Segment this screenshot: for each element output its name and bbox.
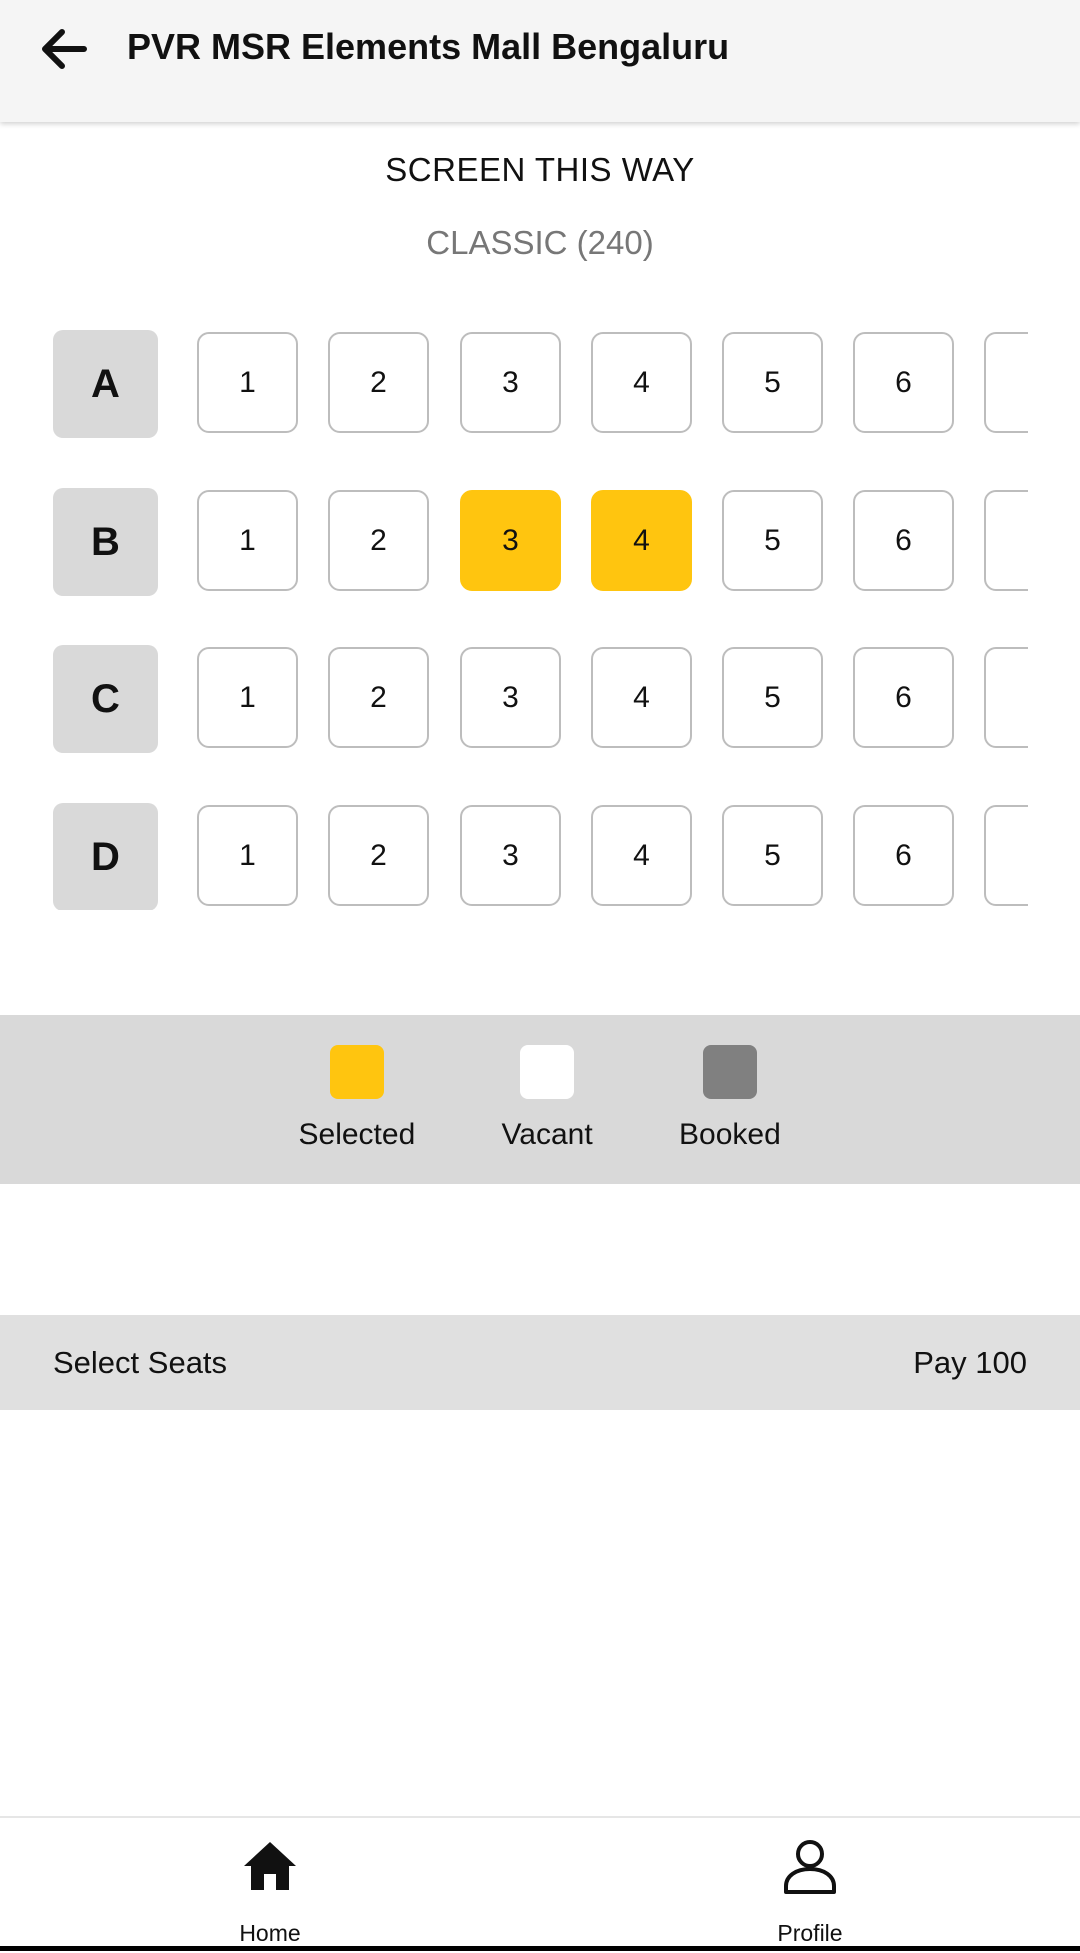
seat-c6[interactable]: 6 [853,647,954,748]
seat-c1[interactable]: 1 [197,647,298,748]
seat-row-b: B123456 [0,488,1028,596]
seat-a1[interactable]: 1 [197,332,298,433]
pay-button[interactable]: Pay 100 [913,1345,1027,1381]
app-bar: PVR MSR Elements Mall Bengaluru [0,0,1080,122]
select-seats-label: Select Seats [53,1345,228,1380]
seat-partial[interactable] [984,490,1028,591]
seat-c2[interactable]: 2 [328,647,429,748]
home-icon [244,1842,296,1890]
legend-swatch [703,1045,757,1099]
seat-class-label: CLASSIC (240) [426,224,654,261]
seat-a4[interactable]: 4 [591,332,692,433]
system-gesture-bar [0,1946,1080,1951]
nav-item-home[interactable]: Home [170,1818,370,1953]
nav-label-profile: Profile [777,1920,843,1946]
seat-d1[interactable]: 1 [197,805,298,906]
seat-c5[interactable]: 5 [722,647,823,748]
legend-swatch [520,1045,574,1099]
seat-d6[interactable]: 6 [853,805,954,906]
booking-bar: Select Seats Pay 100 [0,1315,1080,1410]
back-button[interactable] [36,22,96,76]
seat-partial[interactable] [984,805,1028,906]
row-label: A [53,330,158,438]
legend-label: Booked [679,1118,781,1151]
seat-c3[interactable]: 3 [460,647,561,748]
seat-a2[interactable]: 2 [328,332,429,433]
seat-d5[interactable]: 5 [722,805,823,906]
legend-swatch [330,1045,384,1099]
seat-row-a: A123456 [0,330,1028,438]
seat-b5[interactable]: 5 [722,490,823,591]
screen-direction-label: SCREEN THIS WAY [385,151,695,188]
row-label: C [53,645,158,753]
seat-c4[interactable]: 4 [591,647,692,748]
seat-d4[interactable]: 4 [591,805,692,906]
seat-a6[interactable]: 6 [853,332,954,433]
nav-label-home: Home [239,1920,301,1946]
arrow-left-icon [42,29,87,69]
seat-a5[interactable]: 5 [722,332,823,433]
seat-row-c: C123456 [0,645,1028,753]
nav-item-profile[interactable]: Profile [710,1818,910,1953]
seat-row-d: D123456 [0,803,1028,910]
seat-a3[interactable]: 3 [460,332,561,433]
seat-partial[interactable] [984,332,1028,433]
seat-d3[interactable]: 3 [460,805,561,906]
legend-label: Selected [298,1118,416,1151]
seat-legend: Selected Vacant Booked [0,1015,1080,1184]
seat-b3[interactable]: 3 [460,490,561,591]
row-label: D [53,803,158,910]
seat-b6[interactable]: 6 [853,490,954,591]
profile-icon [784,1840,836,1894]
seat-partial[interactable] [984,647,1028,748]
page-title: PVR MSR Elements Mall Bengaluru [127,26,730,67]
seat-d2[interactable]: 2 [328,805,429,906]
seat-b1[interactable]: 1 [197,490,298,591]
row-label: B [53,488,158,596]
seat-b2[interactable]: 2 [328,490,429,591]
seat-map: A123456B123456C123456D123456 [0,330,1028,910]
seat-b4[interactable]: 4 [591,490,692,591]
legend-label: Vacant [501,1118,593,1151]
bottom-navigation: Home Profile [0,1816,1080,1953]
